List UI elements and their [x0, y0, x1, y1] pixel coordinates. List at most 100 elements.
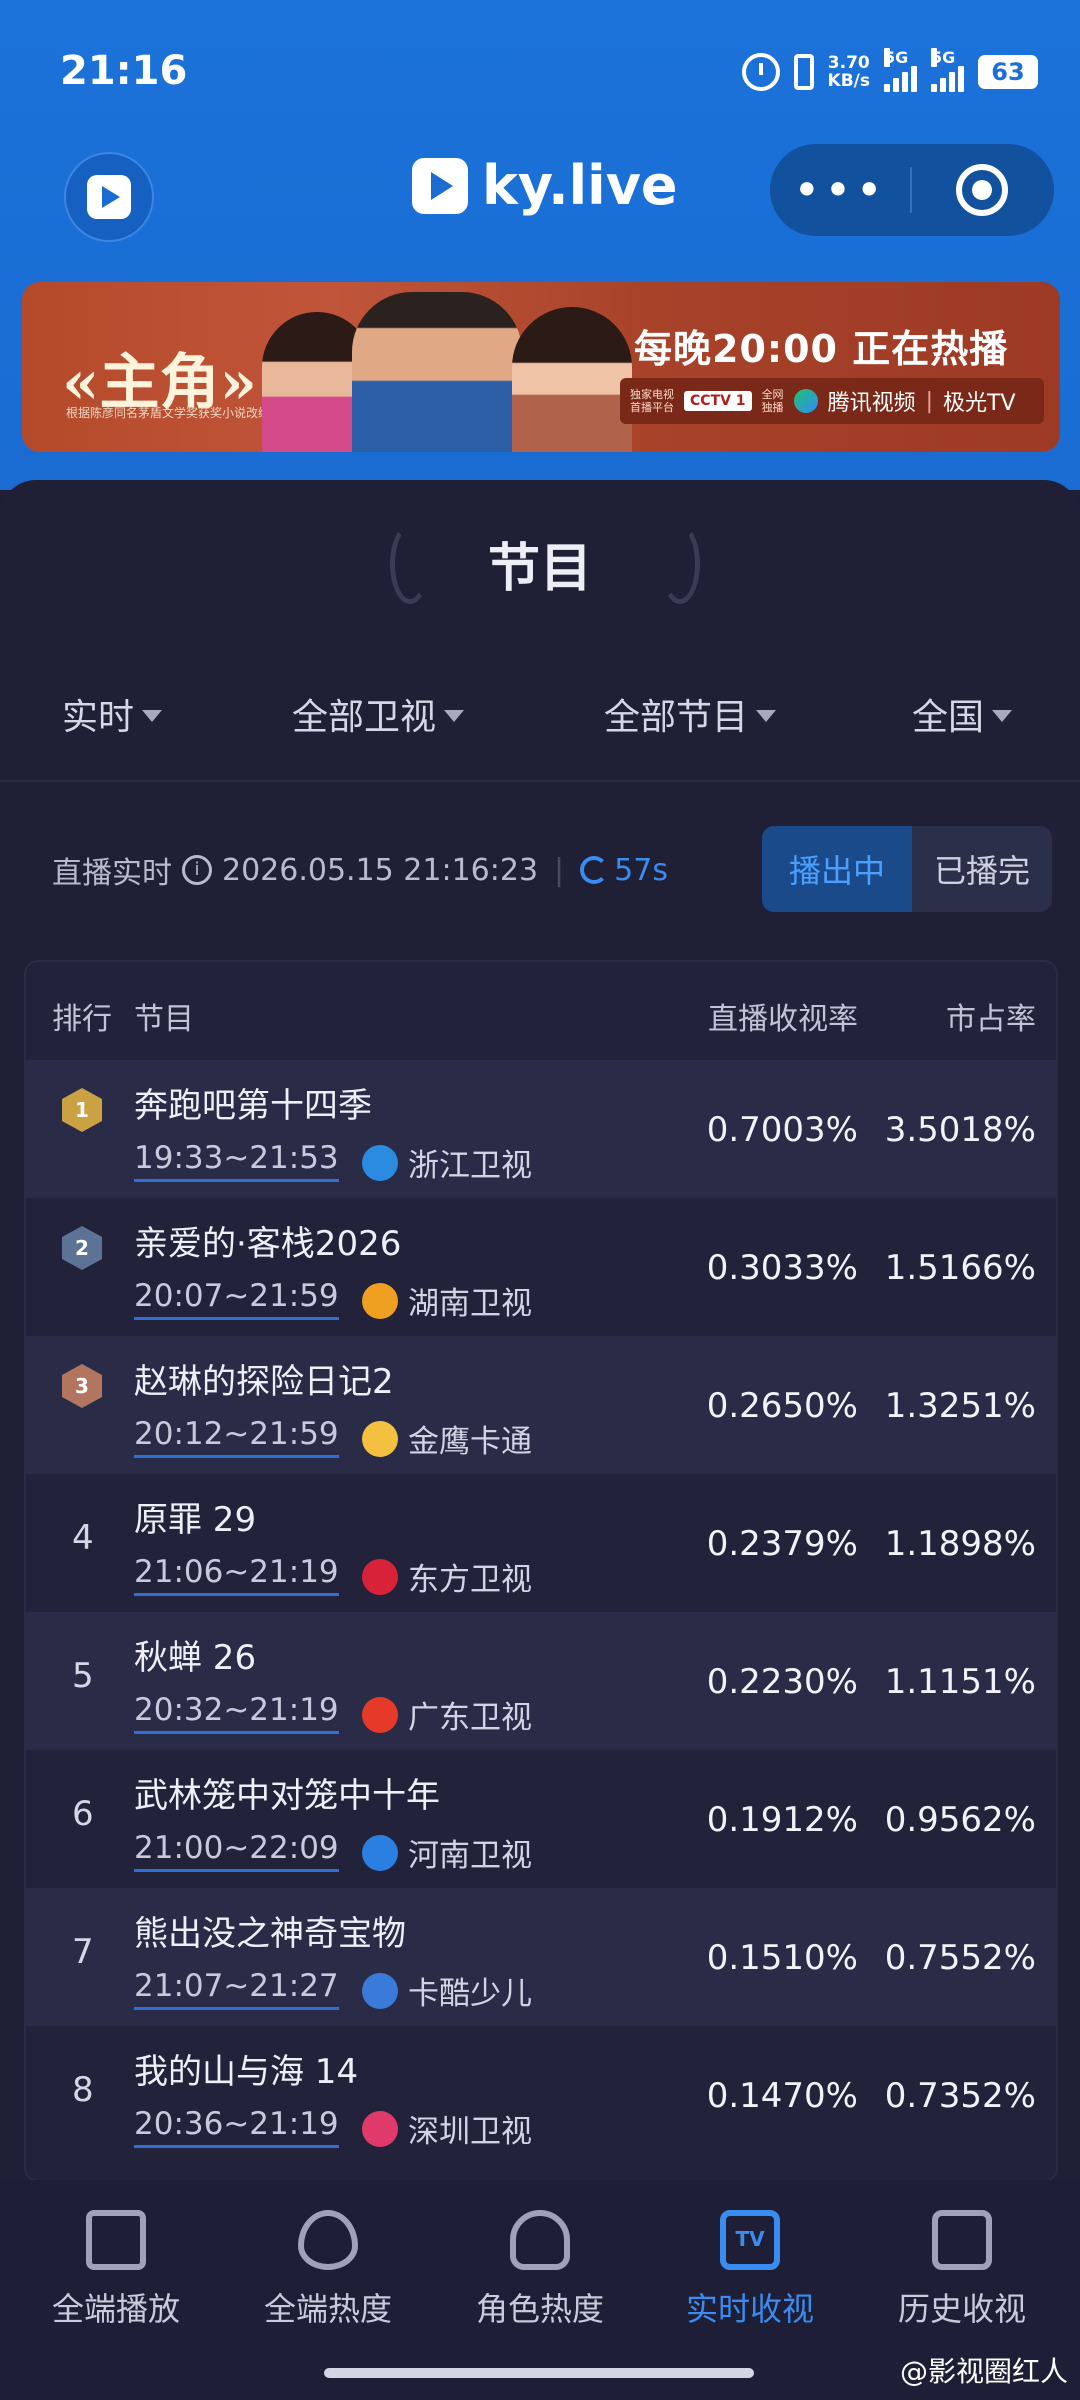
tab-label: 角色热度: [475, 2290, 604, 2328]
tab-label: 实时收视: [685, 2290, 814, 2328]
target-icon: [956, 164, 1008, 216]
channel-logo-icon: [362, 2110, 398, 2147]
section-title: 节目: [487, 539, 592, 599]
banner-slogan: 每晚20:00 正在热播: [634, 327, 1009, 371]
status-bar: 21:16 3.70 KB/s 5G 5G 63: [0, 0, 1080, 140]
channel-logo-icon: [362, 1696, 398, 1733]
table-row[interactable]: 1 奔跑吧第十四季 19:33~21:53 浙江卫视 0.7003% 3.5018%: [26, 1060, 1056, 1198]
tab-on-air[interactable]: 播出中: [762, 826, 912, 912]
program-time: 21:07~21:27: [134, 1968, 339, 2010]
program-name: 原罪 29: [134, 1500, 257, 1540]
signal-icon: 5G: [884, 48, 917, 92]
channel-name: 深圳卫视: [408, 2114, 532, 2150]
home-logo-button[interactable]: [64, 152, 154, 242]
tab-finished[interactable]: 已播完: [912, 826, 1052, 912]
dropdown-caret-icon: [444, 710, 465, 722]
filter-time[interactable]: 实时: [62, 688, 163, 740]
user-icon: [510, 2210, 570, 2270]
filter-label: 全部节目: [604, 697, 749, 738]
promo-banner[interactable]: «主角» 根据陈彦同名茅盾文学奖获奖小说改编 每晚20:00 正在热播 独家电视…: [22, 282, 1060, 452]
channel: 深圳卫视: [362, 2106, 532, 2151]
live-rating: 0.2230%: [706, 1662, 858, 1702]
channel: 河南卫视: [362, 1830, 532, 1875]
jiguang-tv-label: 极光TV: [943, 391, 1016, 416]
banner-actor-image: [512, 307, 632, 452]
table-row[interactable]: 8 我的山与海 14 20:36~21:19 深圳卫视 0.1470% 0.7352%: [26, 2026, 1056, 2164]
signal-label-1: 5G: [884, 48, 909, 67]
vibrate-icon: [793, 54, 814, 90]
channel-name: 金鹰卡通: [408, 1424, 532, 1460]
channel-logo-icon: [362, 1144, 398, 1181]
channel-logo-icon: [362, 1972, 398, 2009]
live-info-row: 直播实时 i 2026.05.15 21:16:23 | 57s 播出中 已播完: [52, 826, 1052, 916]
home-indicator[interactable]: [324, 2368, 754, 2378]
play-logo-icon: [87, 175, 131, 219]
channel: 东方卫视: [362, 1554, 532, 1599]
program-name: 亲爱的·客栈2026: [134, 1224, 402, 1264]
live-timestamp: 直播实时 i 2026.05.15 21:16:23 | 57s: [52, 848, 668, 892]
filter-region[interactable]: 全国: [912, 688, 1013, 740]
fire-icon: [298, 2210, 358, 2270]
brand: ky.live: [412, 154, 678, 217]
market-share: 3.5018%: [884, 1110, 1036, 1150]
filter-label: 全国: [912, 697, 985, 738]
tab-history-ratings[interactable]: 历史收视: [872, 2210, 1052, 2330]
live-rating: 0.3033%: [706, 1248, 858, 1288]
more-options-button[interactable]: •••: [770, 167, 910, 213]
live-rating: 0.2650%: [706, 1386, 858, 1426]
dropdown-caret-icon: [142, 710, 163, 722]
market-share: 1.1898%: [884, 1524, 1036, 1564]
top-header-area: 21:16 3.70 KB/s 5G 5G 63 ky.live ••• «主角…: [0, 0, 1080, 490]
channel: 广东卫视: [362, 1692, 532, 1737]
signal-label-2: 5G: [931, 48, 956, 67]
filter-label: 全部卫视: [292, 697, 437, 738]
tab-role-heat[interactable]: 角色热度: [450, 2210, 630, 2330]
tab-all-heat[interactable]: 全端热度: [238, 2210, 418, 2330]
app-nav-bar: ky.live •••: [0, 140, 1080, 260]
dropdown-caret-icon: [756, 710, 777, 722]
tv-icon: TV: [720, 2210, 780, 2270]
col-rating: 直播收视率: [708, 1002, 858, 1037]
tab-label: 全端热度: [263, 2290, 392, 2328]
info-icon[interactable]: i: [182, 855, 212, 885]
refresh-countdown[interactable]: 57s: [580, 853, 668, 888]
partner-note-2: 全网 独播: [761, 388, 784, 414]
table-row[interactable]: 6 武林笼中对笼中十年 21:00~22:09 河南卫视 0.1912% 0.9562%: [26, 1750, 1056, 1888]
live-rating: 0.1510%: [706, 1938, 858, 1978]
table-row[interactable]: 3 赵琳的探险日记2 20:12~21:59 金鹰卡通 0.2650% 1.3251%: [26, 1336, 1056, 1474]
rank-medal-icon: 2: [62, 1226, 102, 1270]
tab-label: 历史收视: [897, 2290, 1026, 2328]
tab-live-ratings[interactable]: TV 实时收视: [660, 2210, 840, 2330]
filter-channel[interactable]: 全部卫视: [292, 688, 465, 740]
col-rank: 排行: [52, 1002, 112, 1037]
battery-indicator: 63: [978, 55, 1038, 89]
live-datetime: 2026.05.15 21:16:23: [222, 852, 539, 888]
market-share: 0.7552%: [884, 1938, 1036, 1978]
filter-bar: 实时 全部卫视 全部节目 全国: [0, 688, 1080, 748]
program-name: 赵琳的探险日记2: [134, 1362, 394, 1402]
rank-medal-icon: 1: [62, 1088, 102, 1132]
rank-number: 4: [72, 1518, 94, 1558]
close-miniapp-button[interactable]: [912, 164, 1052, 216]
tab-all-play[interactable]: 全端播放: [26, 2210, 206, 2330]
market-share: 1.5166%: [884, 1248, 1036, 1288]
table-row[interactable]: 5 秋蝉 26 20:32~21:19 广东卫视 0.2230% 1.1151%: [26, 1612, 1056, 1750]
rank-number: 7: [72, 1932, 94, 1972]
table-body: 1 奔跑吧第十四季 19:33~21:53 浙江卫视 0.7003% 3.5018% 2 亲爱…: [26, 1060, 1056, 2164]
market-share: 1.1151%: [884, 1662, 1036, 1702]
rank-number: 6: [72, 1794, 94, 1834]
filter-program[interactable]: 全部节目: [604, 688, 777, 740]
refresh-icon: [580, 856, 609, 884]
banner-actor-image: [352, 292, 522, 452]
divider: [0, 780, 1080, 782]
net-speed: 3.70 KB/s: [828, 54, 870, 90]
rank-medal-icon: 3: [62, 1364, 102, 1408]
channel-logo-icon: [362, 1282, 398, 1319]
table-row[interactable]: 7 熊出没之神奇宝物 21:07~21:27 卡酷少儿 0.1510% 0.7552%: [26, 1888, 1056, 2026]
table-row[interactable]: 4 原罪 29 21:06~21:19 东方卫视 0.2379% 1.1898%: [26, 1474, 1056, 1612]
watermark: @影视圈红人: [899, 2355, 1068, 2388]
program-time: 19:33~21:53: [134, 1140, 339, 1182]
table-row[interactable]: 2 亲爱的·客栈2026 20:07~21:59 湖南卫视 0.3033% 1.5166%: [26, 1198, 1056, 1336]
status-icons: 3.70 KB/s 5G 5G 63: [741, 48, 1038, 94]
channel-name: 广东卫视: [408, 1700, 532, 1736]
